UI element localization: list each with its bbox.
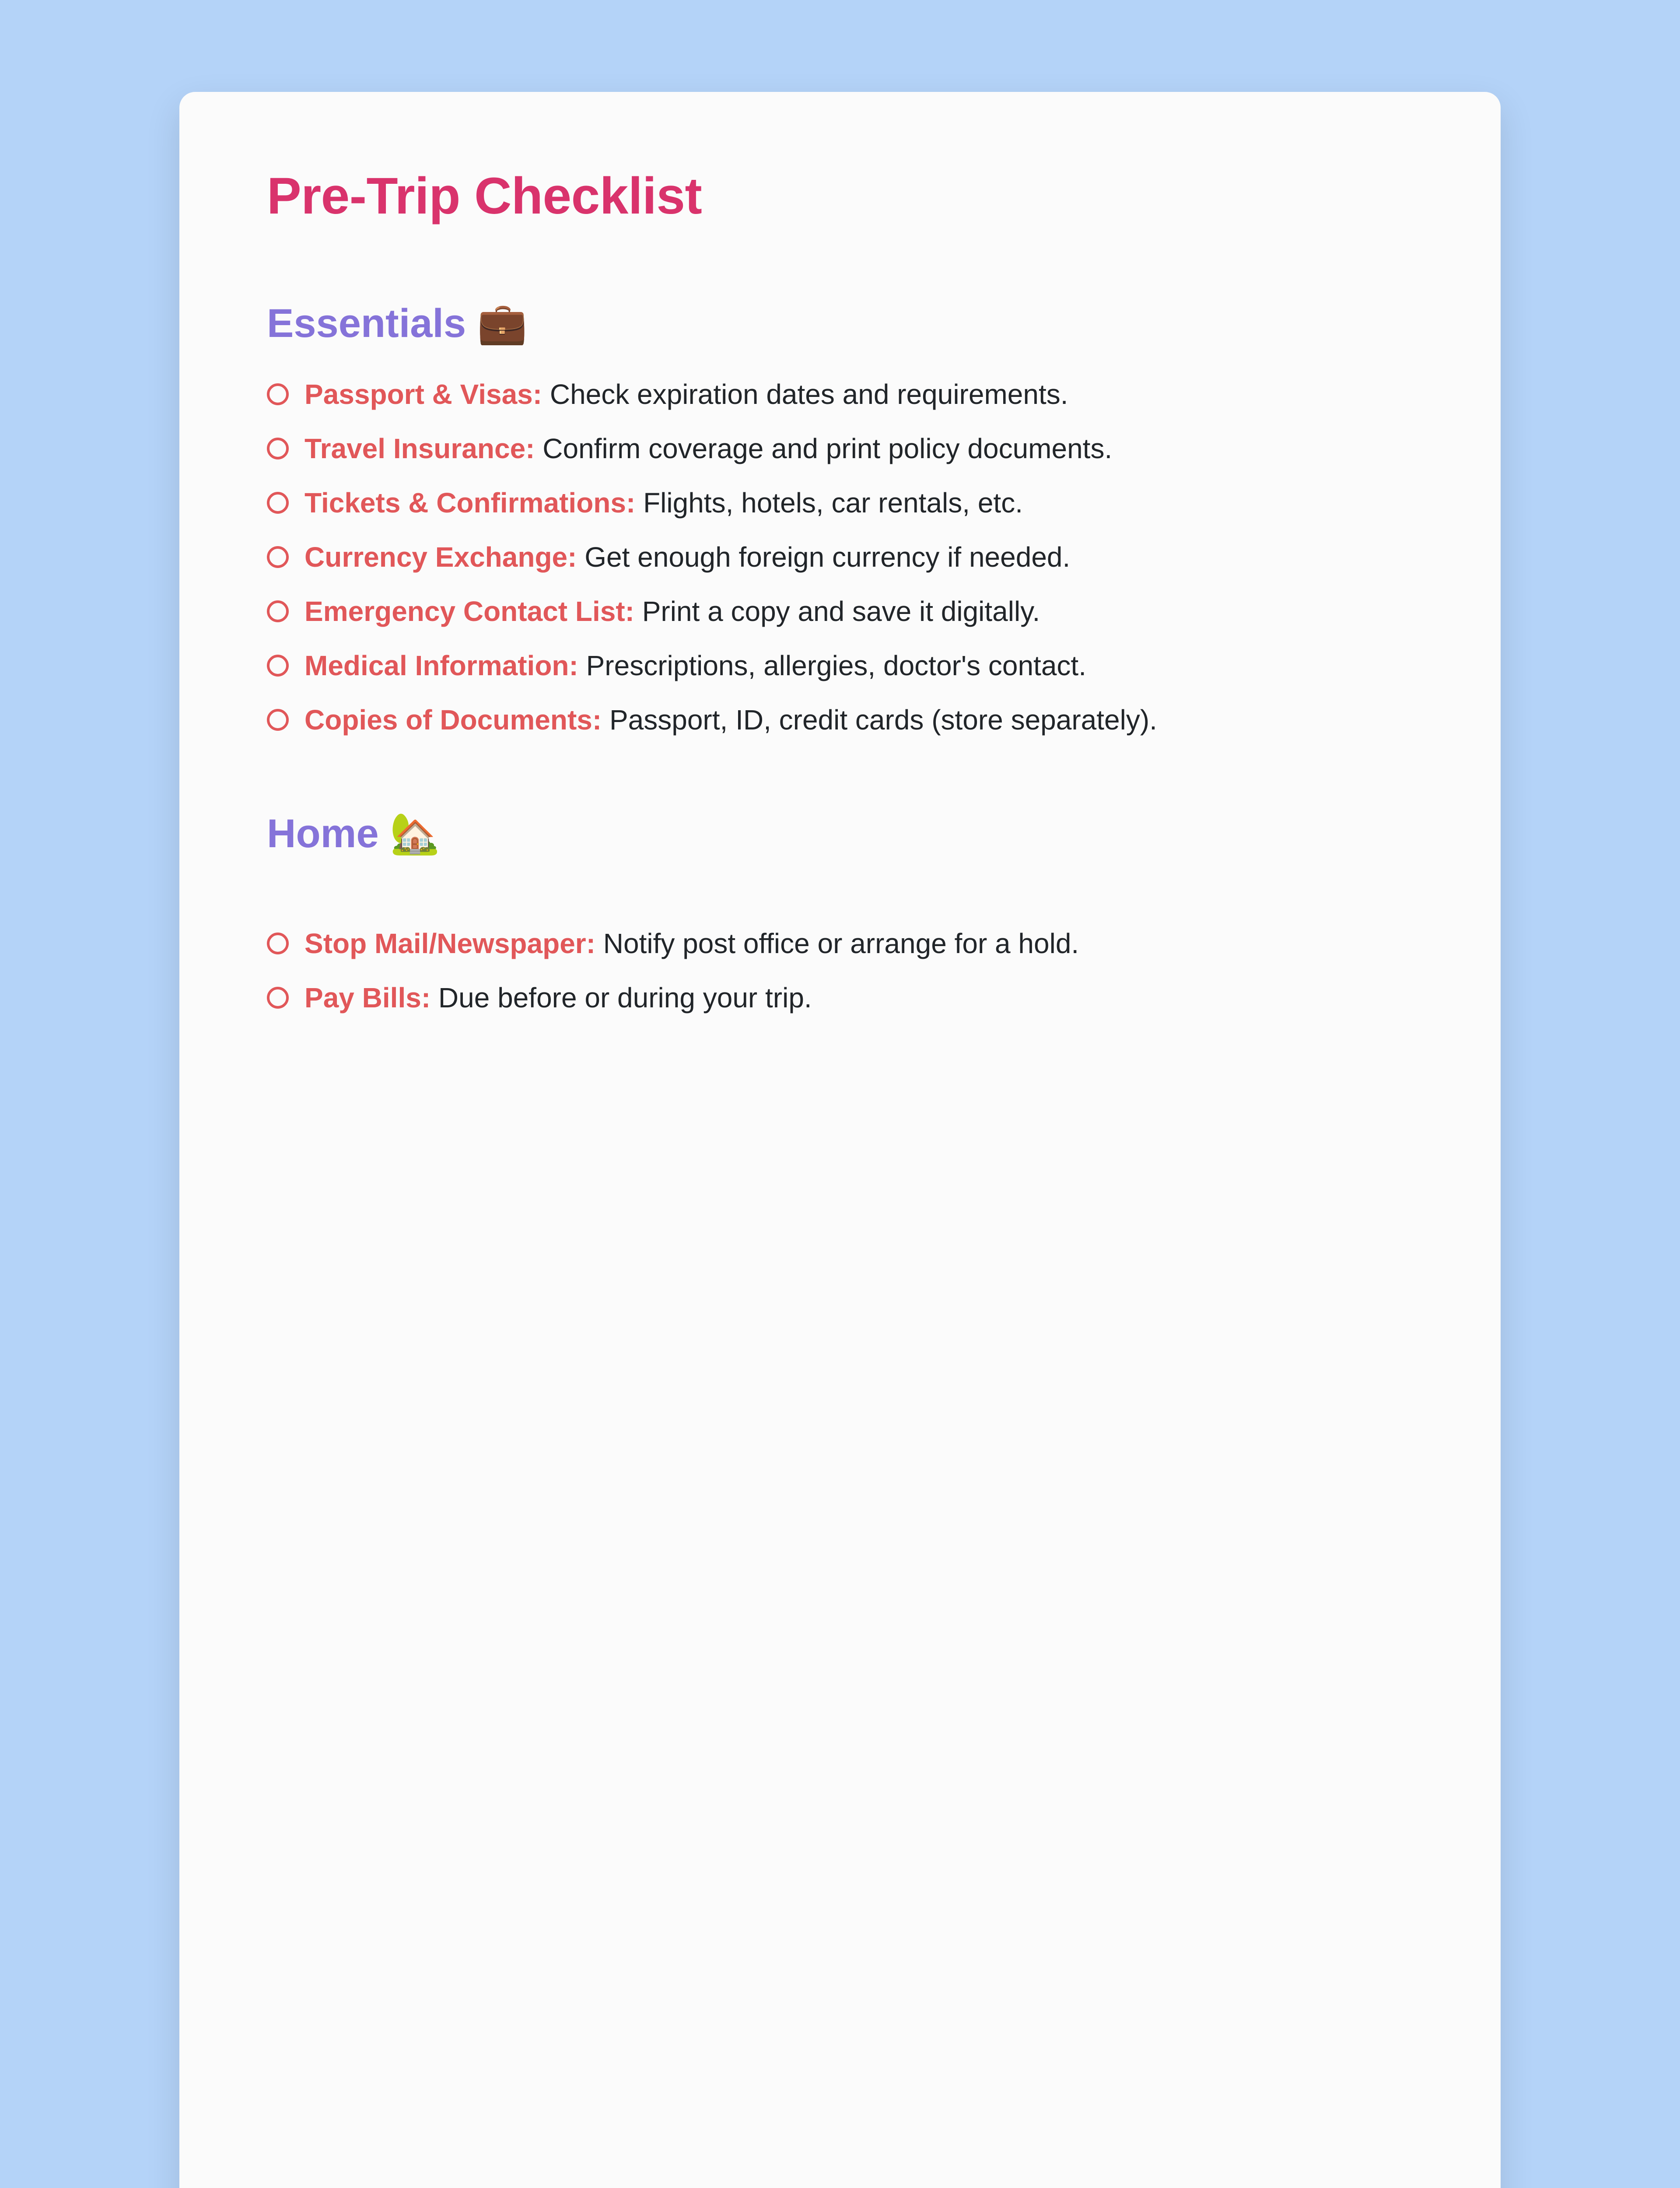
checklist-home: Stop Mail/Newspaper: Notify post office … [267,916,1413,1025]
checkbox-icon[interactable] [267,600,289,622]
section-heading-essentials: Essentials 💼 [267,300,1413,347]
item-desc: Confirm coverage and print policy docume… [542,433,1112,464]
item-label: Tickets & Confirmations: [304,487,635,519]
checkbox-icon[interactable] [267,933,289,954]
checklist-essentials: Passport & Visas: Check expiration dates… [267,367,1413,747]
item-text: Tickets & Confirmations: Flights, hotels… [304,485,1023,520]
item-desc: Prescriptions, allergies, doctor's conta… [586,650,1086,681]
checkbox-icon[interactable] [267,709,289,731]
item-label: Stop Mail/Newspaper: [304,928,595,959]
section-heading-home: Home 🏡 [267,810,1413,857]
item-desc: Due before or during your trip. [438,982,812,1013]
item-text: Currency Exchange: Get enough foreign cu… [304,540,1070,575]
list-item: Copies of Documents: Passport, ID, credi… [267,693,1413,747]
list-item: Emergency Contact List: Print a copy and… [267,584,1413,638]
item-text: Passport & Visas: Check expiration dates… [304,377,1068,412]
item-desc: Get enough foreign currency if needed. [584,541,1070,573]
item-text: Pay Bills: Due before or during your tri… [304,980,812,1015]
item-desc: Passport, ID, credit cards (store separa… [609,704,1157,736]
checkbox-icon[interactable] [267,987,289,1009]
checkbox-icon[interactable] [267,492,289,514]
list-item: Travel Insurance: Confirm coverage and p… [267,421,1413,476]
checkbox-icon[interactable] [267,438,289,459]
document-card: Pre-Trip Checklist Essentials 💼 Passport… [179,92,1501,2188]
item-text: Emergency Contact List: Print a copy and… [304,594,1040,629]
item-label: Pay Bills: [304,982,430,1013]
list-item: Passport & Visas: Check expiration dates… [267,367,1413,421]
item-label: Passport & Visas: [304,379,542,410]
list-item: Currency Exchange: Get enough foreign cu… [267,530,1413,584]
list-item: Stop Mail/Newspaper: Notify post office … [267,916,1413,971]
item-text: Medical Information: Prescriptions, alle… [304,648,1086,683]
item-label: Copies of Documents: [304,704,602,736]
item-desc: Flights, hotels, car rentals, etc. [643,487,1023,519]
list-item: Medical Information: Prescriptions, alle… [267,638,1413,693]
item-desc: Check expiration dates and requirements. [550,379,1068,410]
list-item: Pay Bills: Due before or during your tri… [267,971,1413,1025]
item-text: Stop Mail/Newspaper: Notify post office … [304,926,1079,961]
list-item: Tickets & Confirmations: Flights, hotels… [267,476,1413,530]
checkbox-icon[interactable] [267,383,289,405]
checkbox-icon[interactable] [267,546,289,568]
item-desc: Print a copy and save it digitally. [642,596,1040,627]
page-title: Pre-Trip Checklist [267,166,1413,226]
item-label: Emergency Contact List: [304,596,634,627]
item-label: Travel Insurance: [304,433,535,464]
item-label: Medical Information: [304,650,578,681]
checkbox-icon[interactable] [267,655,289,677]
item-text: Copies of Documents: Passport, ID, credi… [304,702,1157,737]
item-desc: Notify post office or arrange for a hold… [603,928,1079,959]
item-text: Travel Insurance: Confirm coverage and p… [304,431,1112,466]
item-label: Currency Exchange: [304,541,577,573]
